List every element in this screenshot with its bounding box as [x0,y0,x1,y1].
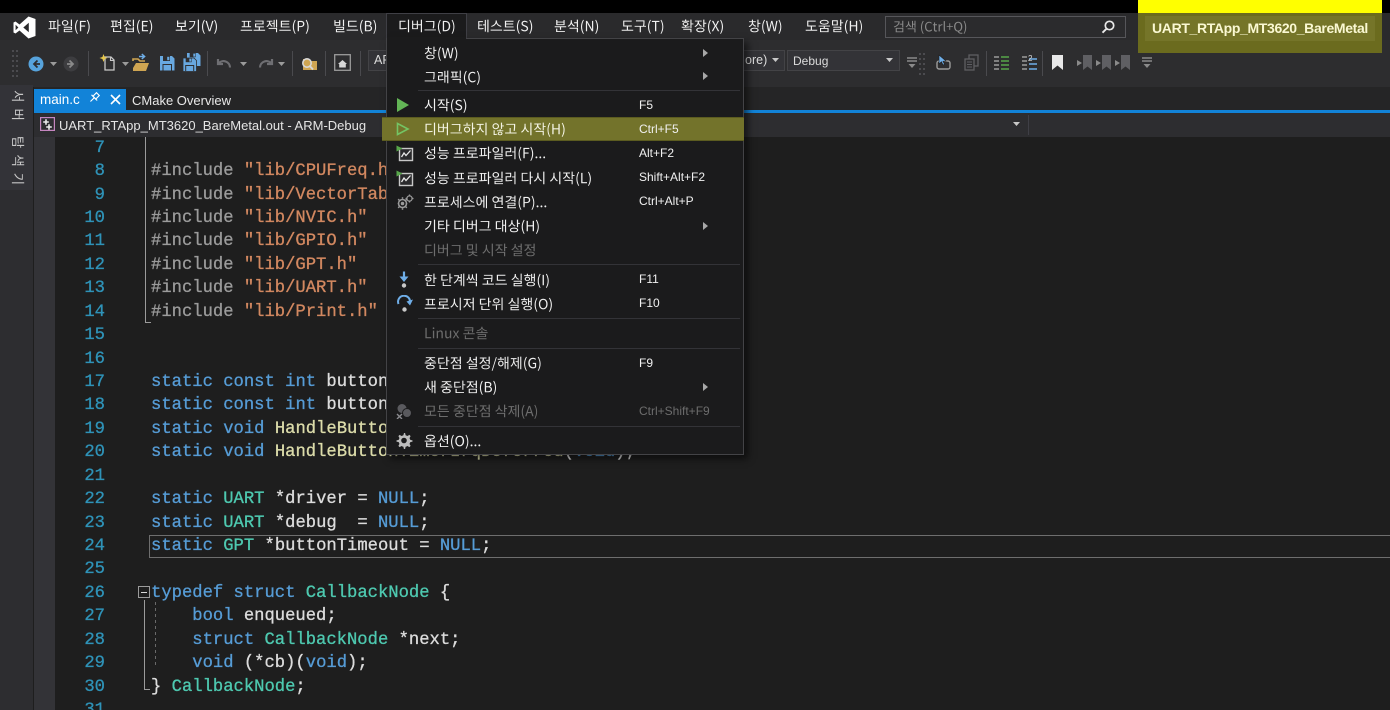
svg-text:2: 2 [1028,55,1033,63]
